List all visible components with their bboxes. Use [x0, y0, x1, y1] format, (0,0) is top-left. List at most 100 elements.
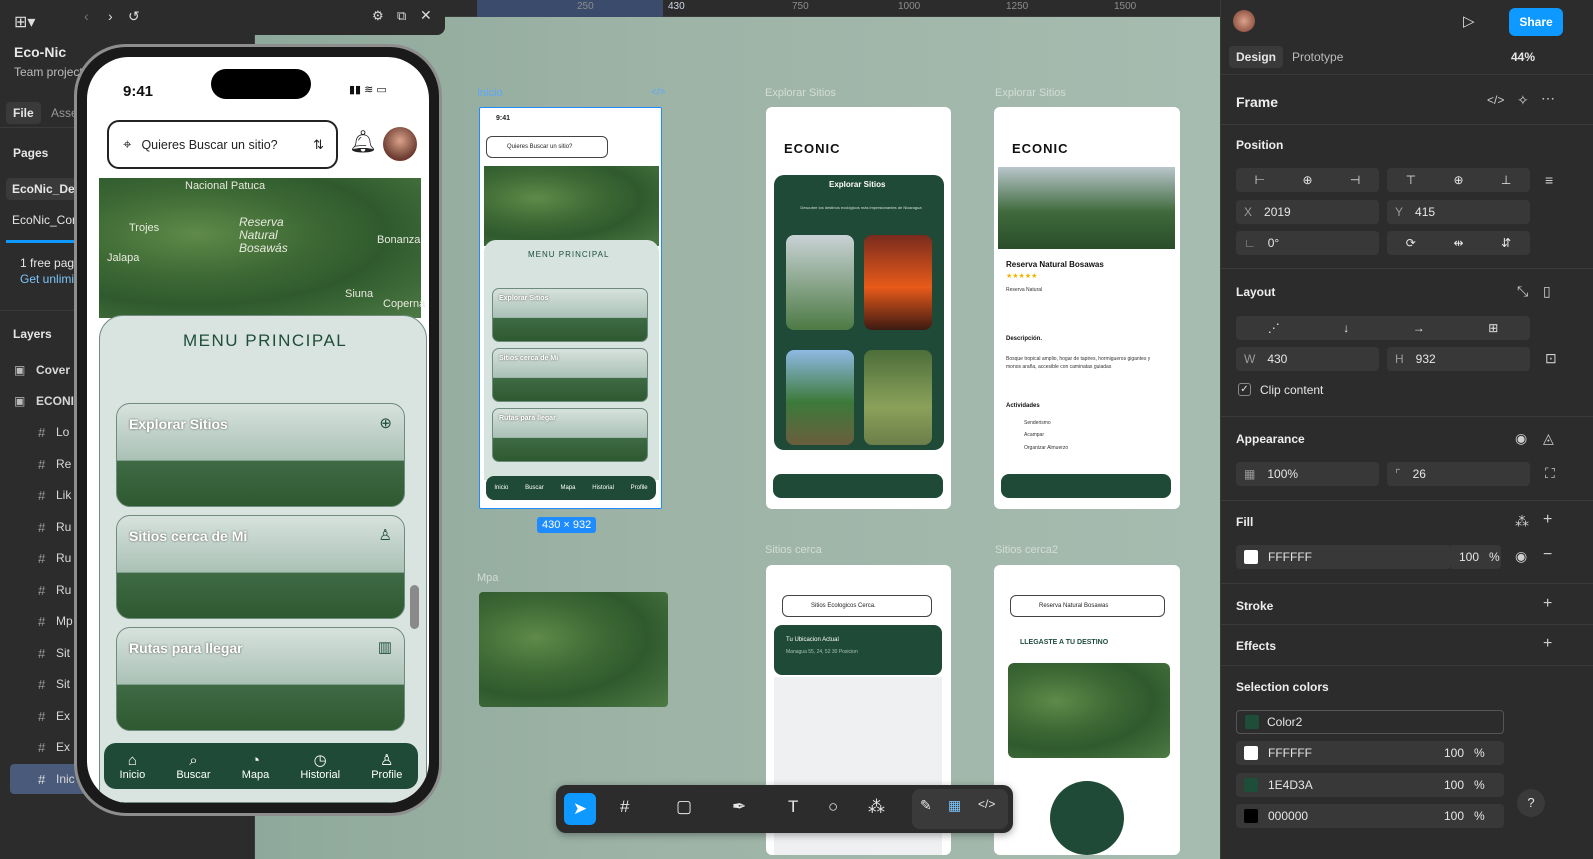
close-icon[interactable]: ✕: [420, 7, 432, 24]
frame-label-mpa[interactable]: Mpa: [477, 572, 498, 584]
tab-design[interactable]: Design: [1229, 46, 1284, 68]
more-icon[interactable]: ⋯: [1541, 90, 1555, 107]
promo-link[interactable]: Get unlimi: [20, 272, 74, 286]
selection-color-1e4d3a[interactable]: 1E4D3A 100%: [1236, 773, 1504, 797]
frame-label-explorar[interactable]: Explorar Sitios: [765, 87, 836, 99]
frame-tool-icon[interactable]: #: [620, 797, 629, 817]
fill-opacity[interactable]: 100%: [1451, 545, 1501, 569]
add-effect-icon[interactable]: +: [1543, 635, 1552, 653]
open-external-icon[interactable]: ⧉: [397, 8, 406, 24]
x-field[interactable]: X 2019: [1236, 200, 1379, 224]
style-grid-icon[interactable]: ⁂: [1515, 513, 1529, 530]
restart-icon[interactable]: ↺: [128, 8, 140, 25]
page-item-econic-des[interactable]: EcoNic_Des: [6, 178, 76, 200]
actions-tool-icon[interactable]: ⁂: [868, 797, 885, 817]
text-tool-icon[interactable]: T: [788, 797, 798, 817]
hash-icon: #: [38, 645, 46, 661]
file-name[interactable]: Eco-Nic: [14, 44, 66, 60]
align-vertical-group[interactable]: ⊤ ⊕ ⊥: [1387, 168, 1530, 192]
page-item-econic-con[interactable]: EcoNic_Con: [12, 213, 79, 227]
frame-icon: ▣: [14, 363, 26, 377]
layout-mode-group[interactable]: ⋰ ↓ → ⊞: [1236, 316, 1530, 340]
nav-historial[interactable]: ◷ Historial: [300, 751, 340, 781]
corner-icon[interactable]: ⛶: [1545, 465, 1555, 482]
nav-buscar[interactable]: ⌕ Buscar: [176, 752, 210, 781]
comment-tool-icon[interactable]: ○: [828, 797, 838, 817]
nav-mapa[interactable]: ◔ Mapa: [242, 752, 270, 781]
sort-icon[interactable]: ⇅: [313, 137, 324, 153]
component-icon[interactable]: ✧: [1517, 92, 1529, 109]
pen-tool-icon[interactable]: ✒: [732, 797, 746, 817]
color-swatch: [1245, 715, 1259, 729]
design-mode-icon[interactable]: ▦: [948, 797, 961, 814]
figma-menu-icon[interactable]: ⊞▾: [14, 12, 35, 32]
radius-field[interactable]: ⌜ 26: [1387, 462, 1530, 486]
fill-field[interactable]: FFFFFF: [1236, 545, 1451, 569]
settings-sliders-icon[interactable]: ⚙: [372, 8, 384, 24]
move-tool-icon[interactable]: ➤: [564, 793, 596, 825]
frame-sitios-cerca2[interactable]: Reserva Natural Bosawas LLEGASTE A TU DE…: [994, 565, 1180, 855]
frame-label[interactable]: Frame: [1236, 94, 1278, 110]
resize-icon[interactable]: ⊡: [1545, 350, 1557, 367]
dev-mode-icon[interactable]: </>: [978, 797, 995, 811]
frame-explorar-sitios[interactable]: ECONIC Explorar Sitios Descubre los dest…: [766, 107, 951, 509]
transform-group[interactable]: ⟳ ⇹ ⇵: [1387, 231, 1530, 255]
opacity-field[interactable]: ▦ 100%: [1236, 462, 1379, 486]
collapse-icon[interactable]: ⤡: [1517, 283, 1528, 300]
frame-label-explorar2[interactable]: Explorar Sitios: [995, 87, 1066, 99]
height-field[interactable]: H 932: [1387, 347, 1530, 371]
draw-tool-icon[interactable]: ✎: [920, 797, 932, 814]
add-fill-icon[interactable]: +: [1543, 511, 1552, 529]
frame-inicio[interactable]: 9:41 Quieres Buscar un sitio? MENU PRINC…: [479, 107, 662, 509]
present-icon[interactable]: ▷: [1463, 12, 1475, 30]
help-icon[interactable]: ?: [1517, 789, 1545, 817]
zoom-level[interactable]: 44%: [1511, 50, 1535, 64]
nav-inicio[interactable]: ⌂ Inicio: [120, 752, 146, 781]
tab-file[interactable]: File: [6, 102, 41, 124]
selection-color-000000[interactable]: 000000 100%: [1236, 804, 1504, 828]
distribute-icon[interactable]: ≡: [1545, 172, 1553, 188]
eye-icon[interactable]: ◉: [1515, 430, 1527, 447]
forward-icon[interactable]: ›: [108, 8, 113, 24]
card-rutas[interactable]: Rutas para llegar ▥: [116, 627, 405, 731]
color-swatch: [1244, 809, 1258, 823]
effects-title: Effects: [1236, 639, 1277, 653]
share-button[interactable]: Share: [1509, 8, 1563, 36]
align-horizontal-group[interactable]: ⊢ ⊕ ⊣: [1236, 168, 1379, 192]
frame-mpa[interactable]: [479, 592, 668, 707]
fill-visibility-icon[interactable]: ◉: [1515, 548, 1527, 565]
hash-icon: #: [38, 519, 46, 535]
user-avatar[interactable]: [1233, 10, 1255, 32]
hash-icon: #: [38, 613, 46, 629]
home-map[interactable]: Nacional Patuca Reserva Natural Bosawás …: [99, 178, 425, 318]
width-field[interactable]: W 430: [1236, 347, 1379, 371]
y-field[interactable]: Y 415: [1387, 200, 1530, 224]
frame-label-inicio[interactable]: Inicio: [477, 87, 503, 99]
add-stroke-icon[interactable]: +: [1543, 595, 1552, 613]
tab-prototype[interactable]: Prototype: [1292, 50, 1343, 64]
bell-icon[interactable]: 🔔︎: [349, 129, 377, 155]
project-name: Team project: [14, 65, 83, 79]
pages-title: Pages: [13, 146, 49, 160]
selection-color-ffffff[interactable]: FFFFFF 100%: [1236, 741, 1504, 765]
card-explorar-sitios[interactable]: Explorar Sitios ⊕: [116, 403, 405, 507]
search-input[interactable]: ⌖ Quieres Buscar un sitio? ⇅: [107, 120, 338, 169]
nav-profile[interactable]: ♙ Profile: [371, 751, 402, 781]
remove-fill-icon[interactable]: −: [1543, 546, 1552, 564]
blend-icon[interactable]: ◬: [1543, 430, 1554, 447]
code-icon[interactable]: </>: [1487, 93, 1504, 107]
back-icon[interactable]: ‹: [84, 8, 89, 24]
frame-label-cerca[interactable]: Sitios cerca: [765, 544, 822, 556]
promo-text: 1 free pag: [20, 256, 75, 270]
scrollbar[interactable]: [410, 585, 419, 629]
avatar[interactable]: [383, 127, 417, 161]
rectangle-tool-icon[interactable]: ▢: [676, 797, 692, 817]
rotation-field[interactable]: ∟ 0°: [1236, 231, 1379, 255]
color-style-color2[interactable]: Color2: [1236, 710, 1504, 734]
frame-label-cerca2[interactable]: Sitios cerca2: [995, 544, 1058, 556]
layout-grid-icon[interactable]: ▯: [1543, 283, 1551, 300]
frame-detalle[interactable]: ECONIC Reserva Natural Bosawas ★★★★★ Res…: [994, 107, 1180, 509]
selection-colors-title: Selection colors: [1236, 680, 1329, 694]
card-sitios-cerca[interactable]: Sitios cerca de Mi ♙: [116, 515, 405, 619]
clip-content-checkbox[interactable]: ✓: [1238, 383, 1251, 396]
